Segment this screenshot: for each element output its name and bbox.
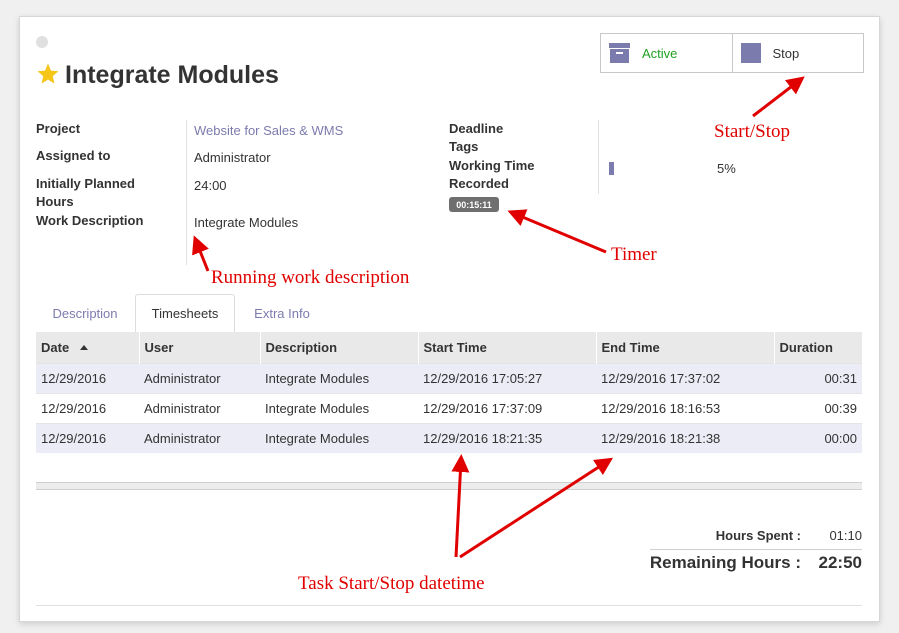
arrow-end-time <box>459 457 614 559</box>
annotation-arrows <box>192 76 805 559</box>
arrow-timer <box>507 209 607 254</box>
arrow-running-description <box>192 235 210 272</box>
arrow-start-stop <box>752 76 805 118</box>
arrow-start-time <box>451 454 470 558</box>
